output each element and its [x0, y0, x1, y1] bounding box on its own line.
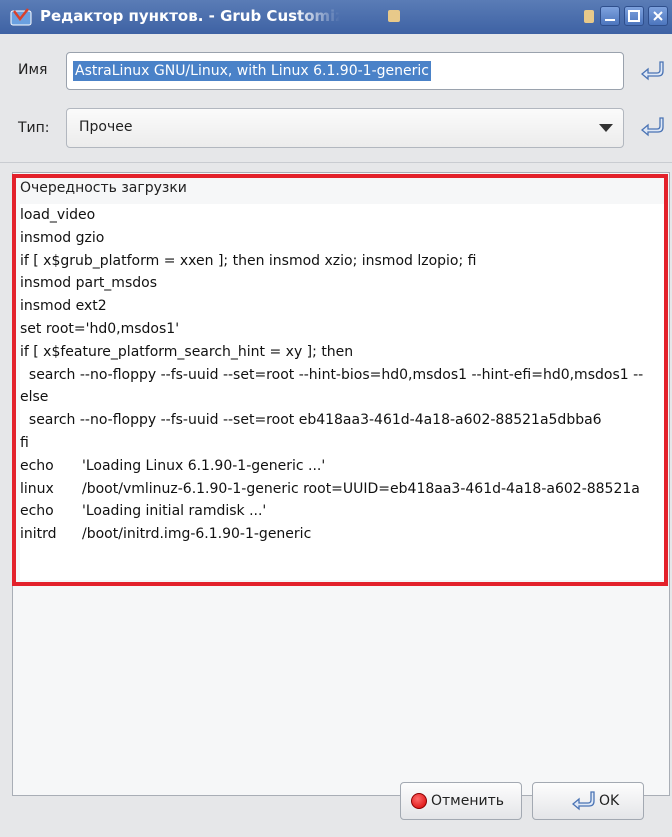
- code-line-argument: 'Loading initial ramdisk ...': [82, 503, 267, 520]
- minimize-button[interactable]: [600, 6, 620, 26]
- code-line: echo 'Loading initial ramdisk ...': [20, 500, 666, 523]
- code-line-command: insmod ext2: [20, 298, 107, 315]
- chevron-down-icon: [599, 124, 613, 132]
- type-label: Тип:: [18, 120, 50, 136]
- code-line-argument: /boot/initrd.img-6.1.90-1-generic: [82, 526, 312, 543]
- code-line-command: fi: [20, 434, 29, 451]
- entry-editor-window: Редактор пунктов. - Grub Customizer Имя …: [0, 0, 672, 837]
- code-line: search --no-floppy --fs-uuid --set=root …: [20, 409, 666, 432]
- window-title: Редактор пунктов. - Grub Customizer: [40, 7, 340, 25]
- code-line-command: search --no-floppy --fs-uuid --set=root …: [20, 366, 644, 383]
- code-line: search --no-floppy --fs-uuid --set=root …: [20, 364, 666, 387]
- code-line: if [ x$grub_platform = xxen ]; then insm…: [20, 250, 666, 273]
- close-icon: [653, 11, 663, 21]
- app-icon: [10, 8, 32, 26]
- code-line-argument: /boot/vmlinuz-6.1.90-1-generic root=UUID…: [82, 480, 640, 497]
- cancel-button[interactable]: Отменить: [400, 782, 522, 820]
- code-line-command: insmod gzio: [20, 229, 105, 246]
- maximize-icon: [628, 10, 640, 22]
- minimize-icon: [605, 19, 615, 21]
- title-bar-marker: [388, 10, 400, 22]
- maximize-button[interactable]: [624, 6, 644, 26]
- type-select[interactable]: Прочее: [66, 108, 624, 148]
- code-line: load_video: [20, 204, 666, 227]
- code-line: fi: [20, 432, 666, 455]
- name-label: Имя: [18, 62, 48, 78]
- code-line: echo 'Loading Linux 6.1.90-1-generic ...': [20, 455, 666, 478]
- code-line-command: load_video: [20, 207, 96, 223]
- code-line: else: [20, 386, 666, 409]
- code-line-command: if [ x$grub_platform = xxen ]; then insm…: [20, 252, 477, 269]
- code-line-argument: 'Loading Linux 6.1.90-1-generic ...': [82, 457, 326, 474]
- code-line: linux/boot/vmlinuz-6.1.90-1-generic root…: [20, 478, 666, 501]
- type-select-value: Прочее: [79, 119, 133, 135]
- return-arrow-icon[interactable]: [640, 60, 666, 82]
- ok-button-label: OK: [599, 793, 620, 809]
- code-line-command: insmod part_msdos: [20, 275, 157, 292]
- code-line-command: else: [20, 389, 49, 406]
- name-input[interactable]: AstraLinux GNU/Linux, with Linux 6.1.90-…: [66, 52, 624, 90]
- separator: [0, 162, 672, 163]
- boot-sequence-editor[interactable]: load_videoinsmod gzio if [ x$grub_platfor…: [20, 204, 666, 580]
- code-line-command: echo: [20, 503, 54, 520]
- code-line-command: set root='hd0,msdos1': [20, 320, 180, 337]
- code-line-command: linux: [20, 480, 54, 497]
- code-line-command: echo: [20, 457, 54, 474]
- code-line: initrd/boot/initrd.img-6.1.90-1-generic: [20, 523, 666, 546]
- ok-return-icon: [571, 791, 595, 811]
- code-line-command: search --no-floppy --fs-uuid --set=root …: [20, 412, 602, 429]
- title-bar-marker: [584, 10, 594, 23]
- code-line-command: if [ x$feature_platform_search_hint = xy…: [20, 343, 354, 360]
- close-button[interactable]: [648, 6, 668, 26]
- cancel-button-label: Отменить: [431, 793, 505, 809]
- code-line: set root='hd0,msdos1': [20, 318, 666, 341]
- code-line: if [ x$feature_platform_search_hint = xy…: [20, 341, 666, 364]
- ok-button[interactable]: OK: [532, 782, 644, 820]
- cancel-icon: [411, 793, 427, 809]
- name-input-value: AstraLinux GNU/Linux, with Linux 6.1.90-…: [73, 61, 431, 81]
- return-arrow-icon[interactable]: [640, 116, 666, 138]
- code-line-command: initrd: [20, 526, 57, 543]
- title-bar[interactable]: Редактор пунктов. - Grub Customizer: [0, 0, 672, 34]
- boot-sequence-header: Очередность загрузки: [20, 180, 187, 196]
- code-line: insmod ext2: [20, 295, 666, 318]
- code-line: insmod part_msdos: [20, 272, 666, 295]
- code-line: insmod gzio: [20, 227, 666, 250]
